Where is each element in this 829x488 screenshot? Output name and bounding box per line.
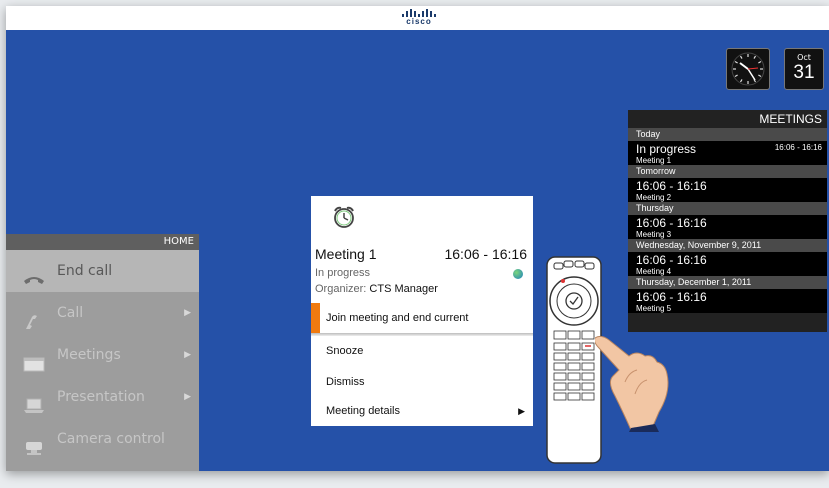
tv-screen: Oct 31 MEETINGS Today In progress Meetin…	[6, 30, 829, 471]
menu-item-label: End call	[57, 263, 113, 279]
meetings-day-header: Tomorrow	[628, 165, 827, 178]
chevron-right-icon: ▶	[184, 392, 191, 402]
meeting-entry[interactable]: 16:06 - 16:16 Meeting 4	[628, 252, 827, 276]
meetings-day-header: Thursday, December 1, 2011	[628, 276, 827, 289]
join-meeting-button[interactable]: Join meeting and end current	[311, 303, 533, 333]
clock-icon	[731, 52, 765, 86]
pointing-hand-icon	[594, 322, 675, 436]
chevron-right-icon: ▶	[184, 350, 191, 360]
cisco-logo: cisco	[402, 9, 436, 29]
top-bar: cisco	[6, 6, 829, 30]
home-menu: HOME End call Call ▶ Meetings ▶ Presenta…	[6, 234, 199, 471]
meeting-entry-name: Meeting 5	[636, 304, 672, 313]
meeting-entry-time: 16:06 - 16:16	[636, 216, 707, 230]
menu-item-label: Presentation	[57, 389, 145, 405]
alarm-clock-icon	[331, 204, 357, 235]
reminder-status: In progress	[315, 267, 371, 279]
meeting-entry-time: 16:06 - 16:16	[636, 253, 707, 267]
dismiss-button[interactable]: Dismiss	[311, 367, 533, 397]
meetings-day-header: Thursday	[628, 202, 827, 215]
date-day: 31	[793, 62, 815, 83]
meetings-day-header: Wednesday, November 9, 2011	[628, 239, 827, 252]
meeting-details-button[interactable]: Meeting details ▶	[311, 396, 533, 426]
option-label: Join meeting and end current	[326, 312, 469, 324]
menu-item-camera-control[interactable]: Camera control	[6, 418, 199, 460]
menu-item-label: Call	[57, 305, 84, 321]
home-menu-header: HOME	[6, 234, 199, 250]
menu-item-label: Meetings	[57, 347, 121, 363]
meetings-panel: MEETINGS Today In progress Meeting 1 16:…	[628, 110, 827, 332]
menu-item-call[interactable]: Call ▶	[6, 292, 199, 334]
meetings-panel-title: MEETINGS	[628, 110, 827, 128]
calendar-icon	[22, 347, 46, 372]
window-frame: cisco Oct 31 MEETINGS Today In progress …	[6, 6, 829, 471]
date-widget: Oct 31	[784, 48, 824, 90]
menu-item-presentation[interactable]: Presentation ▶	[6, 376, 199, 418]
meeting-entry-name: Meeting 2	[636, 193, 672, 202]
reminder-title: Meeting 1	[315, 246, 377, 262]
organizer-label: Organizer:	[315, 283, 367, 295]
chevron-right-icon: ▶	[184, 308, 191, 318]
snooze-button[interactable]: Snooze	[311, 336, 533, 366]
organizer-name: CTS Manager	[369, 283, 438, 295]
selection-indicator	[311, 303, 320, 333]
meetings-day-header: Today	[628, 128, 827, 141]
option-label: Dismiss	[326, 376, 365, 388]
handset-icon	[22, 263, 46, 284]
meeting-entry[interactable]: In progress Meeting 1 16:06 - 16:16	[628, 141, 827, 165]
clock-widget	[726, 48, 770, 90]
menu-item-label: Camera control	[57, 431, 165, 447]
meeting-reminder-dialog: Meeting 1 16:06 - 16:16 In progress Orga…	[311, 196, 533, 426]
date-month: Oct	[797, 53, 811, 62]
menu-item-end-call[interactable]: End call	[6, 250, 199, 292]
meeting-entry-name: Meeting 1	[636, 156, 672, 165]
option-label: Snooze	[326, 345, 364, 357]
reminder-time: 16:06 - 16:16	[444, 246, 527, 262]
reminder-organizer: Organizer: CTS Manager	[315, 283, 438, 295]
chevron-right-icon: ▶	[518, 406, 525, 416]
meeting-entry[interactable]: 16:06 - 16:16 Meeting 3	[628, 215, 827, 239]
meeting-entry[interactable]: 16:06 - 16:16 Meeting 2	[628, 178, 827, 202]
menu-item-meetings[interactable]: Meetings ▶	[6, 334, 199, 376]
meeting-entry[interactable]: 16:06 - 16:16 Meeting 5	[628, 289, 827, 313]
meeting-entry-name: Meeting 4	[636, 267, 672, 276]
meeting-entry-time: 16:06 - 16:16	[636, 290, 707, 304]
phone-icon	[22, 305, 46, 329]
option-label: Meeting details	[326, 405, 400, 417]
meeting-entry-time: 16:06 - 16:16	[636, 179, 707, 193]
globe-icon	[513, 269, 523, 279]
laptop-icon	[22, 389, 46, 413]
meeting-entry-name: Meeting 3	[636, 230, 672, 239]
meeting-entry-range: 16:06 - 16:16	[774, 143, 822, 152]
camera-icon	[22, 431, 46, 455]
logo-wordmark: cisco	[406, 17, 432, 26]
